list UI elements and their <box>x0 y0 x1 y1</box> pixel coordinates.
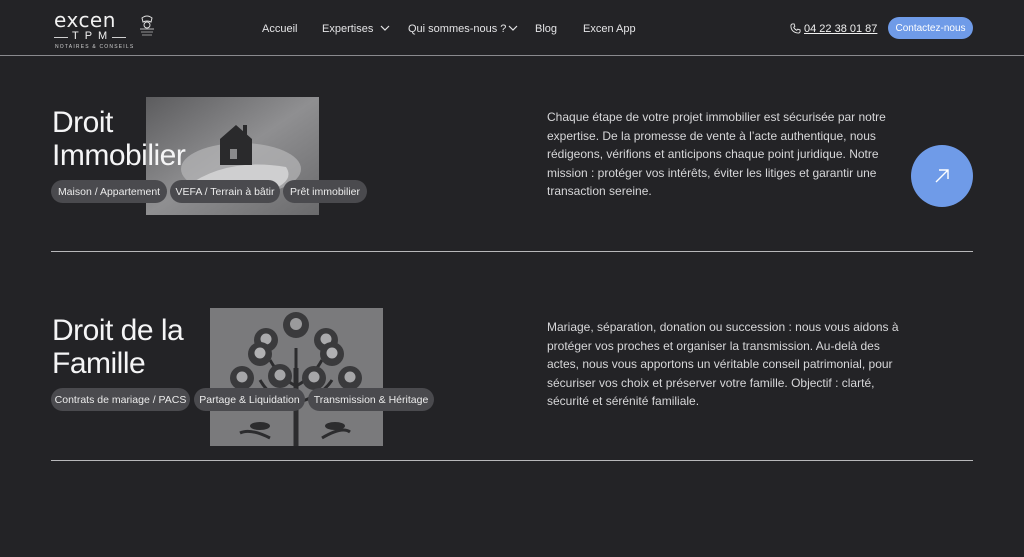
chevron-down-icon[interactable] <box>380 23 390 33</box>
section-title-line2: Immobilier <box>52 139 186 172</box>
logo-rule-right <box>112 37 126 38</box>
section-title-line1: Droit de la <box>52 314 184 347</box>
chevron-down-icon[interactable] <box>508 23 518 33</box>
section-droit-famille[interactable]: Droit de la Famille Contrats de mariage … <box>0 252 1024 461</box>
tag-chip[interactable]: Contrats de mariage / PACS <box>51 388 190 411</box>
section-title-line2: Famille <box>52 347 146 380</box>
section-description: Mariage, séparation, donation ou success… <box>547 320 899 408</box>
tag-chip[interactable]: Maison / Appartement <box>51 180 167 203</box>
nav-excen-app[interactable]: Excen App <box>583 22 636 36</box>
site-header: excen TPM NOTAIRES & CONSEILS Accueil Ex… <box>0 0 1024 56</box>
phone-icon <box>790 23 801 34</box>
notaires-seal-icon <box>140 15 154 36</box>
section-title-line1: Droit <box>52 106 113 139</box>
tag-chip[interactable]: VEFA / Terrain à bâtir <box>170 180 280 203</box>
tag-chip[interactable]: Prêt immobilier <box>283 180 367 203</box>
contact-button[interactable]: Contactez-nous <box>888 17 973 39</box>
phone-number[interactable]: 04 22 38 01 87 <box>804 22 877 36</box>
section-link-button[interactable] <box>911 145 973 207</box>
logo-rule-left <box>54 37 68 38</box>
logo[interactable]: excen TPM NOTAIRES & CONSEILS <box>52 6 162 50</box>
nav-accueil[interactable]: Accueil <box>262 22 297 36</box>
section-title: Droit de la Famille <box>52 314 184 380</box>
nav-expertises[interactable]: Expertises <box>322 22 373 36</box>
tag-chip[interactable]: Partage & Liquidation <box>194 388 305 411</box>
logo-subtitle: TPM <box>72 30 114 42</box>
nav-blog[interactable]: Blog <box>535 22 557 36</box>
section-droit-immobilier[interactable]: Droit Immobilier Maison / Appartement VE… <box>0 56 1024 252</box>
tag-chip[interactable]: Transmission & Héritage <box>308 388 434 411</box>
logo-wordmark: excen <box>54 8 116 32</box>
logo-tagline: NOTAIRES & CONSEILS <box>55 44 135 50</box>
family-tree-image <box>210 308 383 446</box>
section-description: Chaque étape de votre projet immobilier … <box>547 110 886 198</box>
nav-qui-sommes-nous[interactable]: Qui sommes-nous ? <box>408 22 506 36</box>
arrow-up-right-icon <box>935 169 949 183</box>
section-title: Droit Immobilier <box>52 106 186 172</box>
section-divider <box>51 460 973 461</box>
